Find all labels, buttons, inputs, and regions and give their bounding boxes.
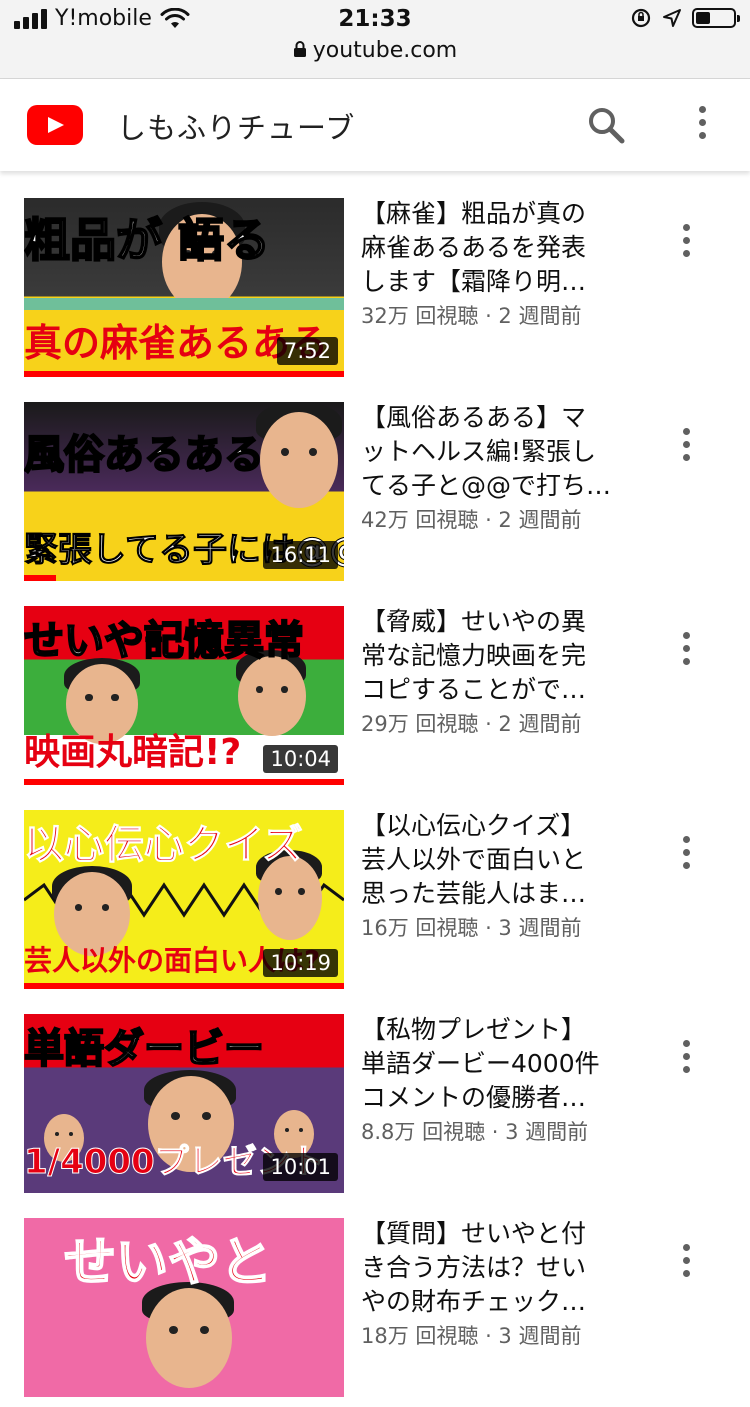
app-header: しもふりチューブ (0, 79, 750, 171)
video-title-line: 【脅威】せいやの異 (361, 607, 587, 636)
video-item[interactable]: 風俗あるある 緊張してる子には@@ 16:11 【風俗あるある】マ ットヘルス編… (0, 387, 750, 591)
video-meta: 29万 回視聴 · 2 週間前 (361, 712, 582, 736)
search-button[interactable] (584, 103, 628, 147)
thumbnail-caption: 粗品が 語る (24, 212, 271, 268)
location-icon (663, 9, 681, 27)
video-menu-button[interactable] (672, 425, 700, 465)
video-title[interactable]: 【風俗あるある】マ ットヘルス編!緊張し てる子と@@で打ち… (361, 401, 633, 503)
video-title[interactable]: 【以心伝心クイズ】 芸人以外で面白いと 思った芸能人はま… (361, 809, 633, 911)
thumbnail-caption: せいや記憶異常 (24, 617, 305, 665)
more-vertical-icon (672, 629, 700, 665)
video-item[interactable]: 粗品が 語る 真の麻雀あるある 7:52 【麻雀】粗品が真の 麻雀あるあるを発表… (0, 183, 750, 387)
video-title-line: 麻雀あるあるを発表 (361, 233, 587, 262)
video-item[interactable]: せいやと 【質問】せいやと付 き合う方法は？せい やの財布チェック… 18万 回… (0, 1203, 750, 1407)
orientation-lock-icon (631, 8, 651, 28)
video-thumbnail[interactable]: せいや記憶異常 映画丸暗記!? 10:04 (24, 606, 344, 785)
video-title[interactable]: 【麻雀】粗品が真の 麻雀あるあるを発表 します【霜降り明… (361, 197, 633, 299)
watch-progress-bar (24, 575, 56, 581)
video-menu-button[interactable] (672, 833, 700, 873)
video-menu-button[interactable] (672, 221, 700, 261)
video-meta: 8.8万 回視聴 · 3 週間前 (361, 1120, 589, 1144)
more-vertical-icon (672, 1037, 700, 1073)
url-text: youtube.com (312, 38, 458, 63)
video-title-line: 芸人以外で面白いと (361, 845, 587, 874)
video-item[interactable]: せいや記憶異常 映画丸暗記!? 10:04 【脅威】せいやの異 常な記憶力映画を… (0, 591, 750, 795)
header-menu-button[interactable] (687, 103, 717, 147)
search-icon (589, 108, 625, 144)
more-vertical-icon (672, 1241, 700, 1277)
video-title-line: 常な記憶力映画を完 (361, 641, 587, 670)
video-title-line: 【質問】せいやと付 (361, 1219, 587, 1248)
thumbnail-caption: 以心伝心クイズ (24, 822, 303, 869)
battery-level (696, 12, 710, 24)
video-title-line: 【私物プレゼント】 (361, 1015, 587, 1044)
address-bar[interactable]: youtube.com (0, 38, 750, 63)
status-right (630, 7, 740, 29)
more-vertical-icon (672, 833, 700, 869)
video-title-line: ットヘルス編!緊張し (361, 437, 597, 466)
video-thumbnail[interactable]: 以心伝心クイズ 芸人以外の面白い人は? 10:19 (24, 810, 344, 989)
more-vertical-icon (687, 103, 717, 139)
video-meta: 32万 回視聴 · 2 週間前 (361, 304, 582, 328)
video-title-line: てる子と@@で打ち… (361, 471, 612, 500)
video-menu-button[interactable] (672, 1037, 700, 1077)
video-title[interactable]: 【脅威】せいやの異 常な記憶力映画を完 コピすることがで… (361, 605, 633, 707)
channel-title: しもふりチューブ (117, 111, 356, 145)
video-duration: 16:11 (263, 541, 338, 569)
video-menu-button[interactable] (672, 629, 700, 669)
video-title-line: 単語ダービー4000件 (361, 1049, 600, 1078)
video-meta: 16万 回視聴 · 3 週間前 (361, 916, 582, 940)
video-thumbnail[interactable]: 粗品が 語る 真の麻雀あるある 7:52 (24, 198, 344, 377)
thumbnail-caption: せいやと (63, 1232, 273, 1294)
thumbnail-caption: 単語ダービー (24, 1025, 265, 1073)
watch-progress-bar (24, 371, 344, 377)
youtube-logo-icon[interactable] (27, 105, 83, 145)
video-duration: 10:04 (263, 745, 338, 773)
watch-progress-bar (24, 983, 344, 989)
video-list: 粗品が 語る 真の麻雀あるある 7:52 【麻雀】粗品が真の 麻雀あるあるを発表… (0, 183, 750, 1407)
thumbnail-caption: 風俗あるある (24, 431, 265, 479)
video-title-line: 【以心伝心クイズ】 (361, 811, 586, 840)
video-title-line: します【霜降り明… (361, 267, 587, 296)
video-duration: 10:01 (263, 1153, 338, 1181)
video-title-line: 【風俗あるある】マ (361, 403, 587, 432)
video-title-line: やの財布チェック… (361, 1287, 587, 1316)
video-title[interactable]: 【質問】せいやと付 き合う方法は？せい やの財布チェック… (361, 1217, 633, 1319)
video-thumbnail[interactable]: せいやと (24, 1218, 344, 1397)
battery-icon (692, 8, 740, 28)
video-meta: 42万 回視聴 · 2 週間前 (361, 508, 582, 532)
video-thumbnail[interactable]: 風俗あるある 緊張してる子には@@ 16:11 (24, 402, 344, 581)
more-vertical-icon (672, 221, 700, 257)
status-bar: Y!mobile 21:33 youtube.com (0, 0, 750, 79)
video-title-line: き合う方法は？せい (361, 1253, 587, 1282)
video-duration: 10:19 (263, 949, 338, 977)
video-title-line: 【麻雀】粗品が真の (361, 199, 587, 228)
video-item[interactable]: 以心伝心クイズ 芸人以外の面白い人は? 10:19 【以心伝心クイズ】 芸人以外… (0, 795, 750, 999)
video-menu-button[interactable] (672, 1241, 700, 1281)
watch-progress-bar (24, 779, 344, 785)
video-duration: 7:52 (276, 337, 338, 365)
video-meta: 18万 回視聴 · 3 週間前 (361, 1324, 582, 1348)
video-title-line: 思った芸能人はま… (361, 879, 587, 908)
video-title[interactable]: 【私物プレゼント】 単語ダービー4000件 コメントの優勝者… (361, 1013, 633, 1115)
more-vertical-icon (672, 425, 700, 461)
video-item[interactable]: 単語ダービー 1/4000プレゼント 10:01 【私物プレゼント】 単語ダービ… (0, 999, 750, 1203)
video-title-line: コピすることがで… (361, 675, 587, 704)
video-thumbnail[interactable]: 単語ダービー 1/4000プレゼント 10:01 (24, 1014, 344, 1193)
lock-icon (293, 41, 306, 57)
video-title-line: コメントの優勝者… (361, 1083, 587, 1112)
